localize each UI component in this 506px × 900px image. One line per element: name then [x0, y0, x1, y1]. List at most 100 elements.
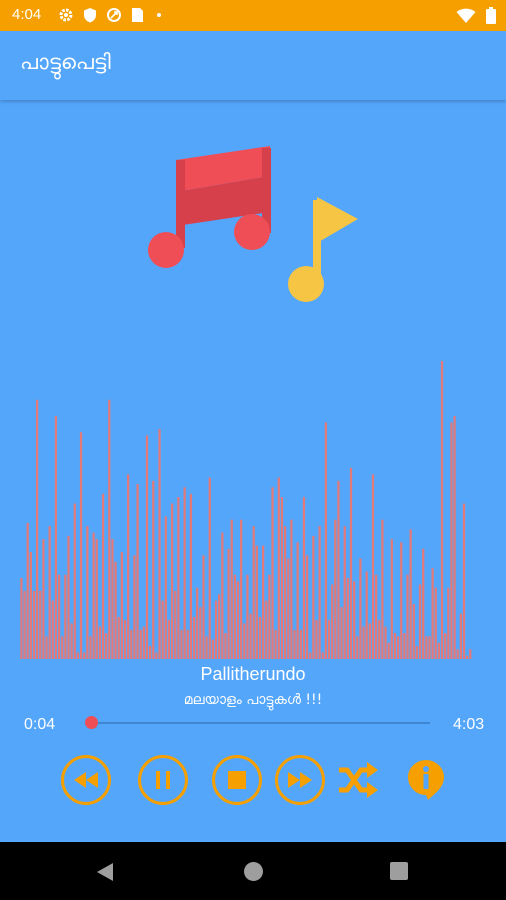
visualizer-bar	[280, 497, 284, 659]
visualizer-bar	[73, 503, 76, 659]
pause-button[interactable]	[138, 755, 188, 805]
visualizer-bar	[368, 623, 371, 659]
visualizer-bar	[130, 629, 133, 659]
visualizer-bar	[318, 526, 321, 659]
track-subtitle: മലയാളം പാട്ടുകൾ !!!	[183, 692, 323, 708]
visualizer-bar	[403, 633, 406, 659]
back-icon[interactable]	[96, 862, 114, 882]
visualizer-bar	[378, 620, 381, 659]
visualizer-bar	[48, 526, 51, 659]
visualizer-bar	[340, 607, 343, 659]
visualizer-bar	[123, 620, 127, 659]
visualizer-bar	[261, 545, 265, 659]
visualizer-bar	[164, 516, 167, 659]
visualizer-bar	[469, 649, 472, 659]
stop-button[interactable]	[212, 755, 262, 805]
visualizer-bar	[92, 532, 95, 659]
visualizer-bar	[211, 639, 215, 659]
seek-thumb[interactable]	[84, 716, 98, 729]
visualizer-bar	[243, 623, 246, 659]
shuffle-button[interactable]	[336, 760, 380, 804]
visualizer-bar	[258, 616, 262, 659]
visualizer-bar	[218, 594, 221, 659]
visualizer-bar	[148, 646, 152, 659]
navigation-bar	[0, 842, 506, 900]
visualizer-bar	[290, 519, 293, 659]
visualizer-bar	[70, 623, 73, 659]
visualizer-bar	[236, 581, 240, 659]
visualizer-bar	[177, 497, 180, 659]
info-button[interactable]	[406, 758, 446, 806]
visualizer-bar	[174, 590, 177, 659]
visualizer-bar	[440, 360, 444, 659]
visualizer-bar	[108, 399, 111, 659]
visualizer-bar	[139, 629, 142, 659]
visualizer-bar	[434, 587, 437, 659]
audio-visualizer	[20, 360, 472, 659]
visualizer-bar	[331, 584, 334, 659]
total-duration: 4:03	[453, 716, 485, 733]
visualizer-bar	[415, 646, 419, 659]
visualizer-bar	[227, 548, 230, 659]
visualizer-bar	[45, 636, 48, 659]
visualizer-bar	[356, 636, 359, 659]
visualizer-bar	[249, 613, 252, 659]
fast-forward-button[interactable]	[275, 755, 325, 805]
visualizer-bar	[61, 636, 64, 659]
visualizer-bar	[98, 626, 102, 659]
visualizer-bar	[67, 535, 70, 659]
visualizer-bar	[321, 652, 324, 659]
home-icon[interactable]	[243, 861, 264, 882]
visualizer-bar	[42, 539, 45, 659]
visualizer-bar	[152, 480, 155, 659]
visualizer-bar	[334, 519, 337, 659]
visualizer-bar	[396, 636, 400, 659]
visualizer-bar	[39, 590, 42, 659]
visualizer-bar	[381, 519, 384, 659]
fast-forward-icon	[288, 772, 312, 788]
visualizer-bar	[95, 539, 98, 659]
visualizer-bar	[54, 416, 58, 659]
visualizer-bar	[444, 633, 447, 659]
visualizer-bar	[120, 552, 123, 659]
visualizer-bar	[324, 422, 328, 659]
visualizer-bar	[384, 626, 387, 659]
visualizer-bar	[456, 649, 459, 659]
flag-note-icon	[288, 197, 358, 302]
visualizer-bar	[299, 629, 302, 659]
visualizer-bar	[133, 555, 136, 659]
visualizer-bar	[268, 574, 271, 659]
visualizer-bar	[374, 574, 378, 659]
visualizer-bar	[274, 629, 277, 659]
visualizer-bar	[406, 574, 409, 659]
visualizer-bar	[205, 636, 208, 659]
visualizer-bar	[431, 568, 434, 659]
visualizer-bar	[186, 629, 189, 659]
visualizer-bar	[277, 477, 280, 659]
visualizer-bar	[428, 636, 431, 659]
rewind-icon	[74, 772, 98, 788]
visualizer-bar	[271, 487, 274, 659]
visualizer-bar	[26, 522, 29, 659]
pause-icon	[156, 771, 170, 789]
visualizer-bar	[296, 542, 299, 659]
visualizer-bar	[158, 428, 161, 659]
visualizer-bar	[101, 493, 105, 659]
visualizer-bar	[111, 539, 114, 659]
seek-bar[interactable]	[84, 716, 430, 729]
visualizer-bar	[35, 399, 39, 659]
visualizer-bar	[189, 493, 193, 659]
visualizer-bar	[127, 474, 130, 659]
visualizer-bar	[252, 526, 255, 659]
visualizer-bar	[64, 574, 67, 659]
visualizer-bar	[221, 532, 224, 659]
visualizer-bar	[315, 620, 318, 659]
visualizer-bar	[208, 477, 211, 659]
visualizer-bar	[337, 480, 340, 659]
visualizer-bar	[453, 416, 456, 659]
visualizer-bar	[450, 422, 453, 659]
rewind-button[interactable]	[61, 755, 111, 805]
visualizer-bar	[57, 574, 61, 659]
visualizer-bar	[412, 603, 415, 659]
recents-icon[interactable]	[390, 862, 408, 880]
